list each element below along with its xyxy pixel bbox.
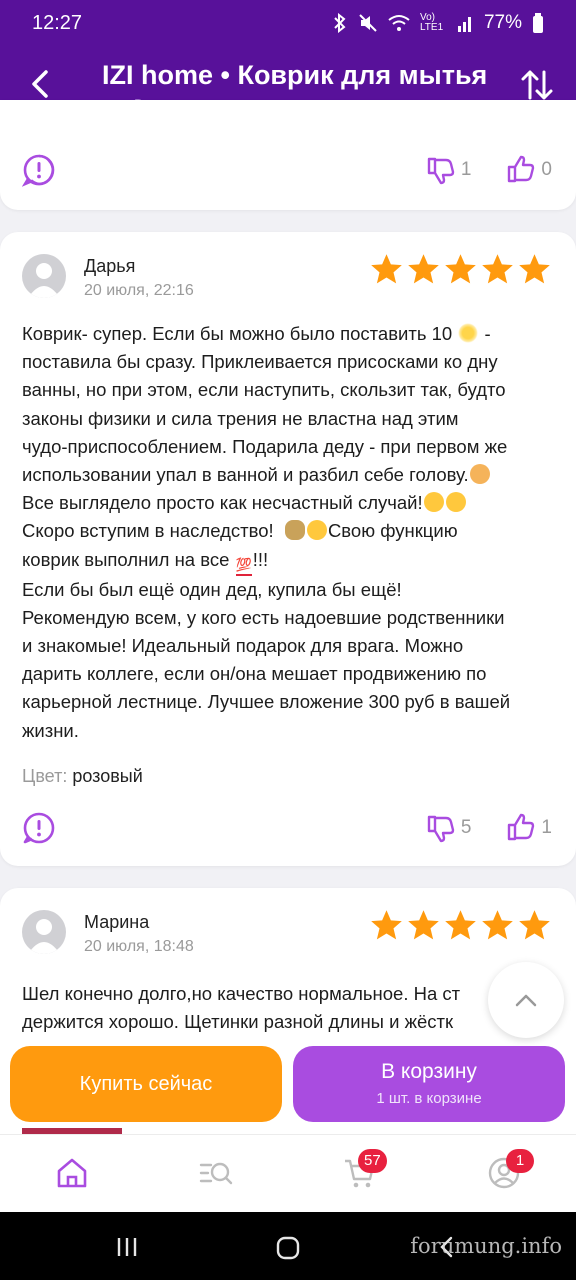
user-silhouette-icon	[28, 263, 60, 298]
star-icon	[519, 910, 550, 940]
review-line: коврик выполнил на все 💯!!!	[22, 546, 552, 576]
review-text: Коврик- супер. Если бы можно было постав…	[22, 320, 552, 745]
user-silhouette-icon	[28, 919, 60, 954]
network-label: Vo) LTE1	[419, 12, 444, 33]
color-label: Цвет:	[22, 766, 68, 786]
home-button-icon[interactable]	[276, 1236, 300, 1260]
whistling-face-emoji	[445, 492, 466, 513]
battery-percent: 77%	[483, 12, 522, 33]
reviewer-header: Дарья 20 июля, 22:16	[22, 252, 550, 302]
review-line: Если бы был ещё один дед, купила бы ещё!	[22, 578, 402, 600]
sun-emoji	[458, 323, 479, 343]
reviewer-name: Марина	[84, 912, 150, 932]
thumbs-up-icon[interactable]	[505, 155, 535, 185]
hundred-points-emoji: 💯	[235, 556, 252, 576]
status-bar: 12:27 Vo) LTE1 77%	[0, 0, 576, 46]
recent-apps-icon[interactable]	[116, 1236, 138, 1258]
mute-icon	[359, 14, 377, 32]
review-card-previous: 1 0	[0, 100, 576, 210]
catalog-search-icon[interactable]	[198, 1155, 234, 1191]
review-actions: 5 1	[22, 810, 552, 846]
review-line: Шел конечно долго,но качество нормальное…	[22, 983, 461, 1004]
review-line: ванны, но при этом, если наступить, скол…	[22, 379, 506, 401]
chevron-up-icon	[515, 994, 537, 1007]
review-line: использовании упал в ванной и разбил себ…	[22, 461, 552, 489]
rating-stars	[369, 252, 552, 287]
review-date: 20 июля, 18:48	[84, 938, 194, 955]
thumbs-down-icon[interactable]	[425, 813, 455, 843]
rating-stars	[369, 908, 552, 943]
star-icon	[445, 254, 476, 284]
vote-group: 5 1	[425, 813, 552, 843]
bottom-tab-bar: 57 1	[0, 1134, 576, 1212]
bluetooth-icon	[334, 13, 346, 33]
like-count: 1	[541, 817, 552, 838]
wifi-icon	[388, 15, 410, 31]
review-line: Скоро вступим в наследство! Свою функцию	[22, 520, 458, 542]
dislike-count: 5	[460, 817, 472, 838]
review-date: 20 июля, 22:16	[84, 282, 194, 299]
like-count: 0	[541, 159, 552, 180]
status-time: 12:27	[32, 11, 83, 34]
star-icon	[371, 910, 402, 940]
review-line: Коврик- супер. Если бы можно было постав…	[22, 323, 491, 344]
product-color: Цвет: розовый	[22, 766, 143, 787]
review-line: жизни.	[22, 719, 79, 741]
report-icon[interactable]	[22, 153, 56, 187]
color-value: розовый	[72, 766, 143, 786]
review-line: законы физики и сила трения не властна н…	[22, 407, 459, 429]
star-icon	[482, 910, 513, 940]
star-icon	[408, 254, 439, 284]
product-title: IZI home • Коврик для мытья	[102, 60, 488, 90]
cart-quantity-label: 1 шт. в корзине	[376, 1090, 482, 1107]
money-bag-emoji	[284, 520, 305, 541]
money-mouth-emoji	[306, 520, 327, 541]
review-line: дарить коллеге, если он/она мешает продв…	[22, 663, 487, 685]
avatar	[22, 910, 66, 954]
vote-group: 1 0	[425, 155, 552, 185]
watermark: forumung.info	[410, 1234, 562, 1258]
home-icon[interactable]	[54, 1155, 90, 1191]
dislike-count: 1	[460, 159, 472, 180]
back-arrow-icon[interactable]	[26, 66, 54, 102]
avatar	[22, 254, 66, 298]
upside-down-face-emoji	[423, 492, 444, 513]
profile-tab[interactable]: 1	[486, 1149, 534, 1191]
report-icon[interactable]	[22, 811, 56, 845]
signal-icon	[457, 17, 471, 32]
thumbs-up-icon[interactable]	[505, 813, 535, 843]
reviewer-header: Марина 20 июля, 18:48	[22, 908, 550, 958]
profile-badge: 1	[506, 1149, 534, 1173]
review-line: чудо-приспособлением. Подарила деду - пр…	[22, 435, 508, 457]
cart-tab[interactable]: 57	[342, 1149, 387, 1191]
star-icon	[371, 254, 402, 284]
status-icons: Vo) LTE1 77%	[332, 12, 544, 34]
star-icon	[445, 910, 476, 940]
review-line: карьерной лестнице. Лучшее вложение 300 …	[22, 691, 511, 713]
buy-now-button[interactable]: Купить сейчас	[10, 1046, 282, 1122]
thumbs-down-icon[interactable]	[425, 155, 455, 185]
add-to-cart-button[interactable]: В корзину 1 шт. в корзине	[293, 1046, 565, 1122]
exploding-head-emoji	[469, 464, 490, 485]
review-line: Все выглядело просто как несчастный случ…	[22, 489, 552, 517]
review-card: Дарья 20 июля, 22:16 Коврик- супер. Если…	[0, 232, 576, 866]
review-actions: 1 0	[22, 152, 552, 188]
battery-icon	[533, 13, 543, 33]
star-icon	[519, 254, 550, 284]
scroll-to-top-button[interactable]	[488, 962, 564, 1038]
sort-icon[interactable]	[520, 68, 554, 102]
reviewer-name: Дарья	[84, 256, 136, 276]
star-icon	[408, 910, 439, 940]
cart-badge: 57	[358, 1149, 387, 1173]
review-line: держится хорошо. Щетинки разной длины и …	[22, 1011, 454, 1033]
system-nav-bar: forumung.info	[0, 1212, 576, 1280]
add-to-cart-label: В корзину	[381, 1060, 477, 1083]
purchase-buttons: Купить сейчас В корзину 1 шт. в корзине	[0, 1046, 576, 1128]
review-line: поставила бы сразу. Приклеивается присос…	[22, 351, 498, 373]
review-text: Шел конечно долго,но качество нормальное…	[22, 980, 552, 1036]
star-icon	[482, 254, 513, 284]
review-line: Рекомендую всем, у кого есть надоевшие р…	[22, 606, 505, 628]
review-line: и знакомые! Идеальный подарок для врага.…	[22, 635, 464, 657]
